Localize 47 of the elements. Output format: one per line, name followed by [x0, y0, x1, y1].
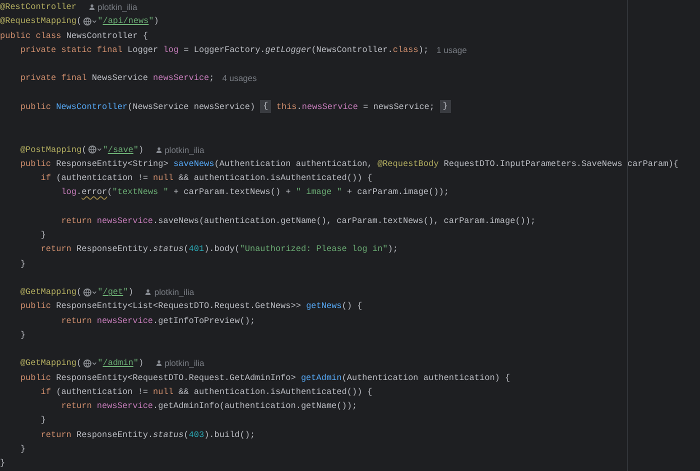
globe-icon[interactable]: [82, 16, 97, 26]
code-text: return newsService.getAdminInfo(authentication.getName());: [60, 400, 358, 412]
author-hint[interactable]: plotkin_ilia: [98, 2, 138, 12]
code-text: return newsService.saveNews(authentication.getName(), carParam.textNews(), carParam.image());: [60, 214, 536, 227]
code-text: return ResponseEntity.status(401).body("Unauthorized: Please log in");: [40, 243, 398, 256]
code-text: public ResponseEntity<List<RequestDTO.Request.GetNews>> getNews() {: [19, 300, 362, 312]
code-text: return ResponseEntity.status(403).build();: [40, 428, 256, 441]
person-icon: [145, 289, 152, 296]
code-text: private final NewsService newsService;: [19, 72, 214, 84]
code-text: public NewsController(NewsService newsService): [19, 100, 256, 113]
usages-hint[interactable]: 1 usage: [436, 44, 467, 55]
code-text: }: [0, 457, 6, 470]
code-text: @RestController: [0, 1, 77, 14]
globe-icon[interactable]: [88, 145, 102, 154]
code-text: }: [40, 229, 46, 242]
code-text: }: [19, 328, 26, 341]
code-text: if (authentication != null && authentication.isAuthenticated()) {: [40, 172, 372, 184]
folded-brace[interactable]: }: [440, 100, 451, 114]
code-text: }: [19, 258, 26, 270]
globe-icon[interactable]: [82, 288, 97, 297]
globe-icon[interactable]: [82, 358, 97, 368]
code-text: "/save"): [102, 144, 144, 156]
code-text: private static final Logger log = LoggerFactory.getLogger(NewsController.class);: [19, 44, 429, 56]
code-text: "/get"): [98, 286, 134, 298]
usages-hint[interactable]: 4 usages: [222, 73, 257, 84]
author-hint[interactable]: plotkin_ilia: [154, 287, 194, 298]
code-text: public ResponseEntity<String> saveNews(Authentication authentication, @RequestBody RequestDTO.InputParameters.SaveNews carParam){: [19, 158, 678, 170]
code-text: @PostMapping(: [19, 144, 87, 156]
code-text: }: [19, 442, 26, 455]
code-text: "/admin"): [98, 357, 144, 370]
code-text: public class NewsController {: [0, 30, 148, 42]
code-text: if (authentication != null && authentication.isAuthenticated()) {: [40, 386, 372, 398]
person-icon: [88, 4, 95, 10]
author-hint[interactable]: plotkin_ilia: [164, 358, 204, 368]
code-text: @GetMapping(: [19, 286, 82, 298]
code-text: @RequestMapping(: [0, 15, 82, 28]
author-hint[interactable]: plotkin_ilia: [164, 144, 204, 155]
person-icon: [156, 146, 162, 153]
code-text: "/api/news"): [98, 15, 159, 28]
code-text: this.newsService = newsService;: [275, 100, 436, 113]
code-text: public ResponseEntity<RequestDTO.Request.GetAdminInfo> getAdmin(Authentication authentication) {: [19, 372, 510, 384]
code-text: log.error("textNews " + carParam.textNews() + " image " + carParam.image());: [60, 186, 449, 198]
code-text: return newsService.getInfoToPreview();: [60, 314, 256, 327]
person-icon: [156, 360, 162, 366]
code-text: @GetMapping(: [19, 357, 82, 370]
folded-brace[interactable]: {: [260, 100, 272, 114]
code-text: }: [40, 414, 46, 426]
